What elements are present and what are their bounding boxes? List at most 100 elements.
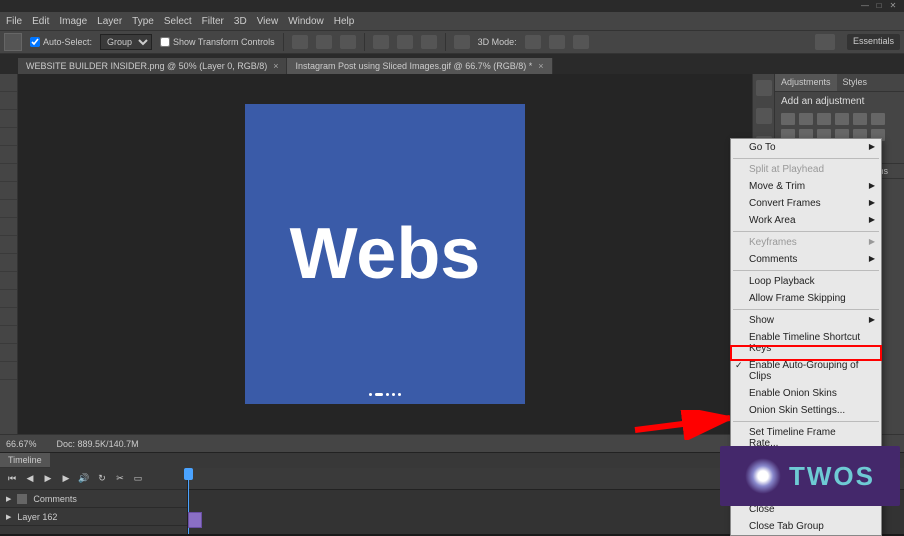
menu-allow-frame-skipping[interactable]: Allow Frame Skipping	[731, 290, 881, 307]
show-transform-checkbox[interactable]: Show Transform Controls	[160, 37, 275, 47]
menu-help[interactable]: Help	[334, 16, 355, 27]
auto-select-dropdown[interactable]: Group	[100, 34, 152, 50]
close-tab-icon[interactable]: ×	[273, 61, 278, 71]
vibrance-icon[interactable]	[853, 113, 867, 125]
3d-icon[interactable]	[454, 35, 470, 49]
align-icon[interactable]	[340, 35, 356, 49]
canvas[interactable]: Webs	[245, 104, 525, 404]
hand-tool[interactable]	[0, 326, 17, 344]
hue-icon[interactable]	[871, 113, 885, 125]
timeline-tab[interactable]: Timeline	[0, 453, 50, 468]
styles-tab[interactable]: Styles	[837, 74, 874, 91]
close-button[interactable]: ✕	[886, 1, 900, 11]
zoom-level[interactable]: 66.67%	[6, 439, 37, 449]
menu-convert-frames[interactable]: Convert Frames▶	[731, 195, 881, 212]
stamp-tool[interactable]	[0, 200, 17, 218]
brightness-icon[interactable]	[781, 113, 795, 125]
zoom-tool[interactable]	[0, 344, 17, 362]
adjustments-tab[interactable]: Adjustments	[775, 74, 837, 91]
crop-tool[interactable]	[0, 146, 17, 164]
eraser-tool[interactable]	[0, 218, 17, 236]
menu-3d[interactable]: 3D	[234, 16, 247, 27]
next-frame-icon[interactable]: ▶	[60, 473, 72, 485]
menu-enable-onion-skins[interactable]: Enable Onion Skins	[731, 385, 881, 402]
move-tool[interactable]	[0, 74, 17, 92]
wand-tool[interactable]	[0, 128, 17, 146]
tab-label: Instagram Post using Sliced Images.gif @…	[295, 61, 532, 71]
audio-icon[interactable]: 🔊	[78, 473, 90, 485]
shape-tool[interactable]	[0, 308, 17, 326]
text-tool[interactable]	[0, 290, 17, 308]
menu-layer[interactable]: Layer	[97, 16, 122, 27]
3d-mode-icon[interactable]	[573, 35, 589, 49]
3d-mode-icon[interactable]	[525, 35, 541, 49]
timeline-comments-row[interactable]: ▶ Comments	[0, 490, 187, 508]
play-icon[interactable]: ▶	[42, 473, 54, 485]
curves-icon[interactable]	[817, 113, 831, 125]
menu-type[interactable]: Type	[132, 16, 154, 27]
divider	[364, 33, 365, 51]
menu-close-tab-group[interactable]: Close Tab Group	[731, 518, 881, 535]
chevron-right-icon: ▶	[869, 181, 875, 190]
blur-tool[interactable]	[0, 254, 17, 272]
distribute-icon[interactable]	[397, 35, 413, 49]
document-tab-bar: WEBSITE BUILDER INSIDER.png @ 50% (Layer…	[0, 54, 904, 74]
lasso-tool[interactable]	[0, 110, 17, 128]
goto-first-icon[interactable]: ⏮	[6, 473, 18, 485]
distribute-icon[interactable]	[373, 35, 389, 49]
canvas-area[interactable]: Webs	[18, 74, 752, 434]
align-icon[interactable]	[292, 35, 308, 49]
brush-tool[interactable]	[0, 182, 17, 200]
menu-select[interactable]: Select	[164, 16, 192, 27]
menu-loop-playback[interactable]: Loop Playback	[731, 273, 881, 290]
menu-view[interactable]: View	[257, 16, 279, 27]
menu-comments[interactable]: Comments▶	[731, 251, 881, 268]
document-tab[interactable]: Instagram Post using Sliced Images.gif @…	[287, 58, 552, 74]
menu-file[interactable]: File	[6, 16, 22, 27]
prev-frame-icon[interactable]: ◀	[24, 473, 36, 485]
tab-label: WEBSITE BUILDER INSIDER.png @ 50% (Layer…	[26, 61, 267, 71]
menu-move-trim[interactable]: Move & Trim▶	[731, 178, 881, 195]
move-tool-icon[interactable]	[4, 33, 22, 51]
minimize-button[interactable]: —	[858, 1, 872, 11]
menu-show[interactable]: Show▶	[731, 312, 881, 329]
menu-work-area[interactable]: Work Area▶	[731, 212, 881, 229]
chevron-right-icon: ▶	[869, 237, 875, 246]
pen-tool[interactable]	[0, 272, 17, 290]
history-icon[interactable]	[756, 80, 772, 96]
comment-icon	[17, 494, 27, 504]
video-clip[interactable]	[188, 512, 202, 528]
menu-window[interactable]: Window	[288, 16, 324, 27]
exposure-icon[interactable]	[835, 113, 849, 125]
menu-filter[interactable]: Filter	[202, 16, 224, 27]
menu-enable-shortcut-keys[interactable]: Enable Timeline Shortcut Keys	[731, 329, 881, 357]
menu-onion-skin-settings[interactable]: Onion Skin Settings...	[731, 402, 881, 419]
split-icon[interactable]: ✂	[114, 473, 126, 485]
timeline-layer-row[interactable]: ▶ Layer 162	[0, 508, 187, 526]
menu-enable-auto-grouping[interactable]: ✓Enable Auto-Grouping of Clips	[731, 357, 881, 385]
workspace-switcher[interactable]: Essentials	[847, 34, 900, 50]
transition-icon[interactable]: ▭	[132, 473, 144, 485]
auto-select-label: Auto-Select:	[43, 37, 92, 47]
levels-icon[interactable]	[799, 113, 813, 125]
menu-keyframes: Keyframes▶	[731, 234, 881, 251]
window-titlebar: — □ ✕	[0, 0, 904, 12]
distribute-icon[interactable]	[421, 35, 437, 49]
marquee-tool[interactable]	[0, 92, 17, 110]
loop-icon[interactable]: ↻	[96, 473, 108, 485]
close-tab-icon[interactable]: ×	[538, 61, 543, 71]
menu-goto[interactable]: Go To▶	[731, 139, 881, 156]
color-icon[interactable]	[756, 108, 772, 124]
doc-info[interactable]: Doc: 889.5K/140.7M	[57, 439, 139, 449]
maximize-button[interactable]: □	[872, 1, 886, 11]
gradient-tool[interactable]	[0, 236, 17, 254]
eyedropper-tool[interactable]	[0, 164, 17, 182]
document-tab[interactable]: WEBSITE BUILDER INSIDER.png @ 50% (Layer…	[18, 58, 287, 74]
auto-select-checkbox[interactable]: Auto-Select:	[30, 37, 92, 47]
3d-mode-icon[interactable]	[549, 35, 565, 49]
menu-edit[interactable]: Edit	[32, 16, 49, 27]
align-icon[interactable]	[316, 35, 332, 49]
menu-image[interactable]: Image	[59, 16, 87, 27]
foreground-background-swatch[interactable]	[0, 362, 17, 380]
workspace-icon[interactable]	[815, 34, 835, 50]
